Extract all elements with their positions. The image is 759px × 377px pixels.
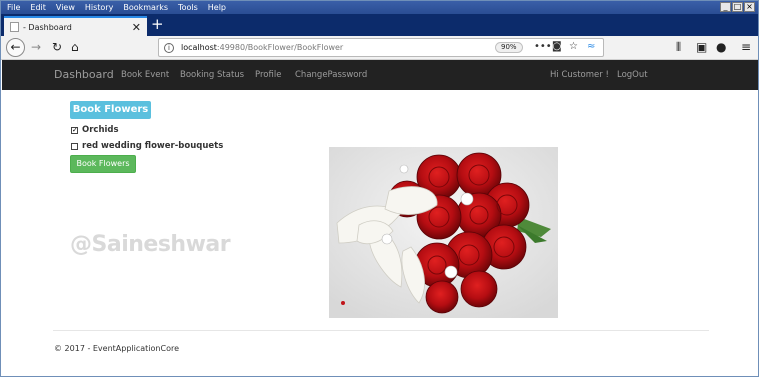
nav-change-password[interactable]: ChangePassword	[295, 70, 367, 80]
url-host: localhost	[181, 43, 217, 52]
minimize-icon[interactable]: _	[720, 2, 731, 12]
tab-strip: - Dashboard ✕ +	[1, 14, 758, 36]
menu-history[interactable]: History	[85, 3, 113, 12]
menu-bar: File Edit View History Bookmarks Tools H…	[1, 1, 758, 14]
account-icon[interactable]: ●	[716, 40, 726, 54]
back-icon[interactable]: ←	[6, 38, 25, 57]
orchids-checkbox[interactable]: ✓	[71, 126, 78, 134]
flower-bouquet-image	[329, 147, 558, 318]
user-greeting[interactable]: Hi Customer !	[550, 70, 609, 80]
menu-bookmarks[interactable]: Bookmarks	[123, 3, 168, 12]
bouquets-label: red wedding flower-bouquets	[82, 141, 224, 151]
page-actions-icon[interactable]: •••	[534, 41, 552, 52]
page-icon	[10, 22, 19, 32]
nav-logout[interactable]: LogOut	[617, 70, 648, 80]
reload-icon[interactable]: ↻	[52, 40, 62, 54]
tab-dashboard[interactable]: - Dashboard ✕	[4, 16, 147, 36]
tab-title: - Dashboard	[23, 22, 72, 32]
info-icon[interactable]: i	[164, 42, 174, 53]
option-orchids[interactable]: ✓ Orchids	[71, 125, 119, 135]
menu-view[interactable]: View	[56, 3, 75, 12]
nav-booking-status[interactable]: Booking Status	[180, 70, 244, 80]
brand-dashboard-link[interactable]: Dashboard	[54, 68, 114, 81]
forward-icon[interactable]: →	[31, 40, 41, 54]
address-bar[interactable]: i localhost :49980/BookFlower/BookFlower…	[158, 38, 604, 57]
sidebar-icon[interactable]: ▣	[696, 40, 707, 54]
menu-hamburger-icon[interactable]: ≡	[741, 40, 751, 54]
nav-profile[interactable]: Profile	[255, 70, 281, 80]
pocket-icon[interactable]: ◙	[552, 41, 562, 52]
home-icon[interactable]: ⌂	[71, 40, 79, 54]
bouquets-checkbox[interactable]	[71, 142, 78, 150]
option-red-wedding-bouquets[interactable]: red wedding flower-bouquets	[71, 141, 223, 151]
nav-book-event[interactable]: Book Event	[121, 70, 169, 80]
navigation-toolbar: ← → ↻ ⌂ i localhost :49980/BookFlower/Bo…	[1, 36, 758, 60]
close-window-icon[interactable]: ×	[744, 2, 755, 12]
url-path: :49980/BookFlower/BookFlower	[216, 43, 344, 52]
site-navbar: Dashboard Book Event Booking Status Prof…	[2, 60, 758, 90]
library-icon[interactable]: ⫴	[676, 40, 681, 54]
zoom-level[interactable]: 90%	[495, 42, 523, 53]
book-flowers-button[interactable]: Book Flowers	[70, 155, 136, 173]
watermark: @Saineshwar	[70, 232, 231, 257]
book-flowers-heading: Book Flowers	[70, 101, 151, 119]
extension-icon[interactable]: ≈	[587, 41, 595, 52]
new-tab-icon[interactable]: +	[151, 17, 164, 32]
footer-copyright: © 2017 - EventApplicationCore	[54, 344, 180, 353]
menu-help[interactable]: Help	[208, 3, 226, 12]
menu-file[interactable]: File	[7, 3, 20, 12]
menu-tools[interactable]: Tools	[178, 3, 198, 12]
menu-edit[interactable]: Edit	[30, 3, 46, 12]
footer-divider	[53, 330, 709, 331]
browser-window: File Edit View History Bookmarks Tools H…	[0, 0, 759, 377]
maximize-icon[interactable]: □	[732, 2, 743, 12]
window-controls: _ □ ×	[720, 2, 755, 12]
orchids-label: Orchids	[82, 125, 119, 135]
close-tab-icon[interactable]: ✕	[132, 21, 141, 34]
bookmark-star-icon[interactable]: ☆	[569, 41, 578, 52]
